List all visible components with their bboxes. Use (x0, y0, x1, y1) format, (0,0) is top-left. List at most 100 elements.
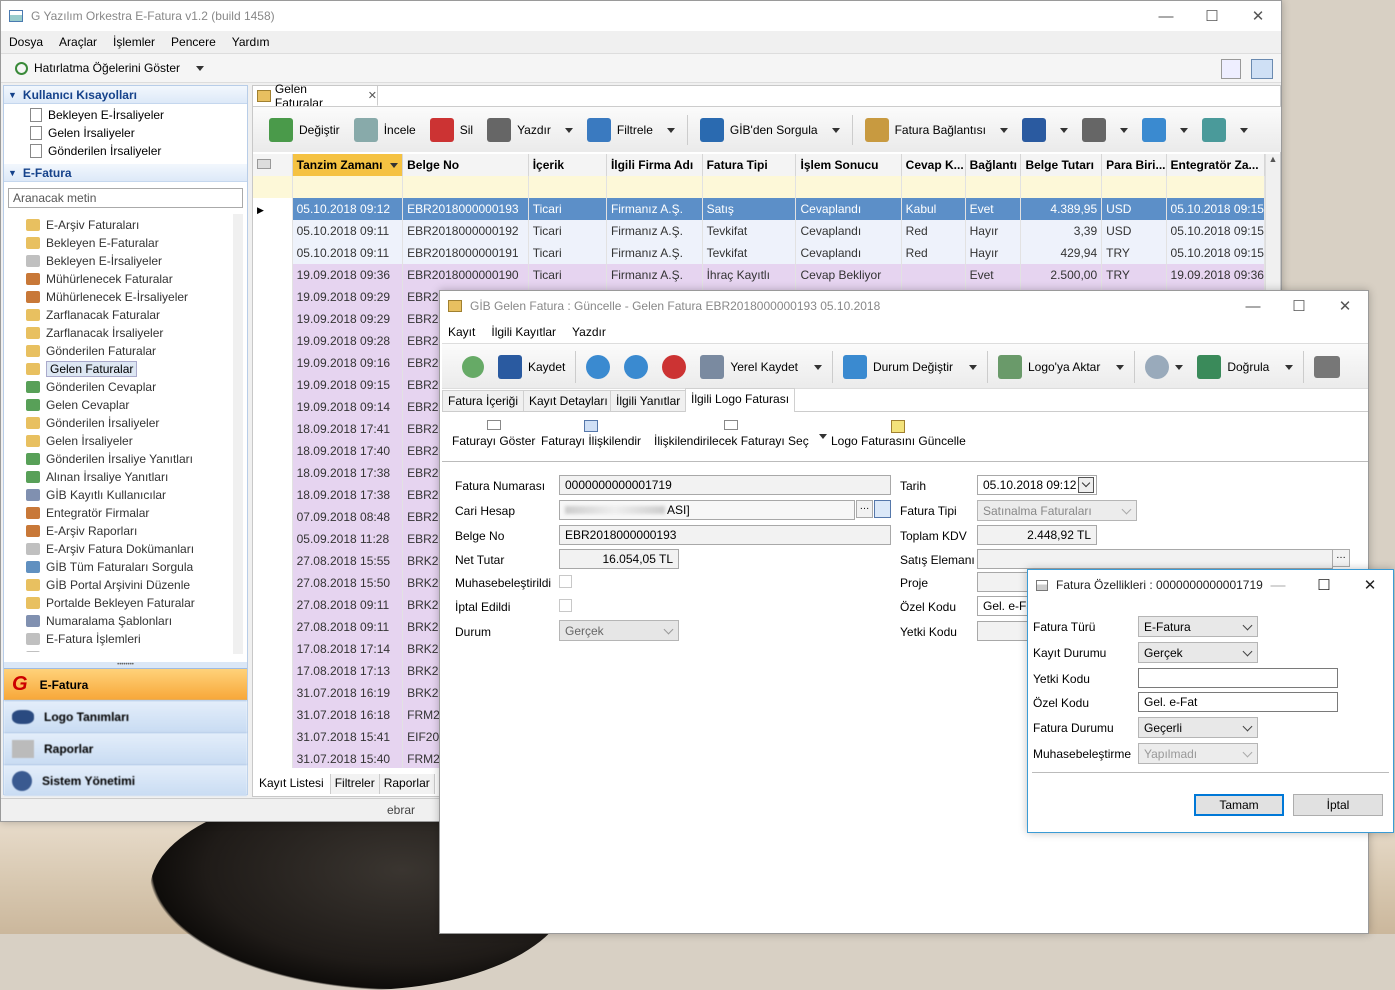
filter-row[interactable] (253, 176, 1265, 198)
tree-item[interactable]: E-Fatura Ayarları (4, 648, 247, 652)
chevron-down-icon[interactable] (1059, 127, 1068, 133)
menu-araclar[interactable]: Araçlar (51, 35, 105, 49)
print-button[interactable] (1308, 350, 1346, 384)
column-header[interactable]: İçerik (528, 154, 607, 176)
filter-cell[interactable] (702, 176, 797, 198)
efatura-header[interactable]: ▼ E-Fatura (4, 164, 247, 182)
tree-item[interactable]: GİB Kayıtlı Kullanıcılar (4, 486, 247, 504)
chevron-down-icon[interactable] (1239, 127, 1248, 133)
shortcuts-header[interactable]: ▼ Kullanıcı Kısayolları (4, 86, 247, 104)
invoice-toolbar-btn-1[interactable]: Yerel Kaydet (694, 350, 828, 384)
row-indicator[interactable] (253, 440, 293, 462)
reminder-toggle[interactable]: Hatırlatma Öğelerini Göster (15, 61, 205, 75)
row-indicator[interactable] (253, 638, 293, 660)
tree-item[interactable]: Gönderilen Cevaplar (4, 378, 247, 396)
chevron-down-icon[interactable] (1285, 364, 1294, 370)
row-indicator[interactable] (253, 330, 293, 352)
row-indicator[interactable] (253, 682, 293, 704)
row-indicator[interactable] (253, 484, 293, 506)
tree-item[interactable]: Numaralama Şablonları (4, 612, 247, 630)
shortcut-item[interactable]: Gelen İrsaliyeler (4, 124, 247, 142)
maximize-button[interactable]: ☐ (1189, 1, 1235, 31)
window-icon[interactable] (1251, 59, 1273, 79)
tree-item[interactable]: Gönderilen İrsaliye Yanıtları (4, 450, 247, 468)
row-indicator[interactable] (253, 594, 293, 616)
row-indicator[interactable] (253, 616, 293, 638)
check-button[interactable] (656, 350, 692, 384)
tree-scrollbar[interactable] (233, 214, 243, 654)
row-indicator[interactable] (253, 286, 293, 308)
faturayi-goster-button[interactable]: Faturayı Göster (452, 420, 535, 448)
tab-raporlar[interactable]: Raporlar (379, 774, 435, 794)
satis-elemani-field[interactable] (977, 549, 1333, 569)
tree-item[interactable]: Zarflanacak Faturalar (4, 306, 247, 324)
table-row[interactable]: 05.10.2018 09:11 EBR2018000000192 Ticari Fi… (253, 220, 1265, 242)
tab-gelen-faturalar[interactable]: Gelen Faturalar ✕ (253, 82, 378, 110)
nav-raporlar[interactable]: Raporlar (4, 732, 247, 764)
menu-pencere[interactable]: Pencere (163, 35, 224, 49)
chevron-down-icon[interactable] (999, 127, 1008, 133)
close-button[interactable]: ✕ (1235, 1, 1281, 31)
row-indicator[interactable] (253, 660, 293, 682)
toolbar-btn-4[interactable]: Filtrele (581, 113, 681, 147)
toolbar-extra-btn-1[interactable] (1076, 113, 1134, 147)
tree-item[interactable]: Mühürlenecek E-İrsaliyeler (4, 288, 247, 306)
tree-item[interactable]: Zarflanacak İrsaliyeler (4, 324, 247, 342)
menu-ilgili-kayitlar[interactable]: İlgili Kayıtlar (483, 325, 564, 339)
tree-item[interactable]: Gönderilen İrsaliyeler (4, 414, 247, 432)
column-header[interactable]: Bağlantı (965, 154, 1022, 176)
tree-item[interactable]: Bekleyen E-İrsaliyeler (4, 252, 247, 270)
arrow-up-button[interactable] (580, 350, 616, 384)
chevron-down-icon[interactable] (1116, 364, 1125, 370)
net-tutar-field[interactable]: 16.054,05 TL (559, 549, 679, 569)
chevron-down-icon[interactable] (813, 364, 822, 370)
chevron-down-icon[interactable] (666, 127, 675, 133)
column-header[interactable]: Para Biri... (1101, 154, 1167, 176)
tree-item[interactable]: Entegratör Firmalar (4, 504, 247, 522)
table-row[interactable]: ▶ 05.10.2018 09:12 EBR2018000000193 Ticari F… (253, 198, 1265, 220)
toolbar-btn-2[interactable]: Sil (424, 113, 479, 147)
tab-ilgili-yanitlar[interactable]: İlgili Yanıtlar (610, 390, 687, 411)
muhasebelestirildi-checkbox[interactable] (559, 575, 572, 588)
cari-card-button[interactable] (874, 500, 891, 518)
tree-item[interactable]: Gelen Faturalar (4, 360, 247, 378)
row-indicator[interactable] (253, 242, 293, 264)
filter-cell[interactable] (292, 176, 404, 198)
row-indicator[interactable] (253, 374, 293, 396)
fatura-numarasi-field[interactable]: 0000000000001719 (559, 475, 891, 495)
nav-sistem-yonetimi[interactable]: Sistem Yönetimi (4, 764, 247, 796)
row-indicator[interactable] (253, 726, 293, 748)
row-indicator[interactable] (253, 418, 293, 440)
nav-logo-tanimlari[interactable]: Logo Tanımları (4, 700, 247, 732)
row-indicator[interactable] (253, 704, 293, 726)
filter-cell[interactable] (1166, 176, 1265, 198)
prop-select[interactable]: Yapılmadı (1138, 743, 1258, 764)
tree-item[interactable]: GİB Portal Arşivini Düzenle (4, 576, 247, 594)
row-indicator[interactable] (253, 396, 293, 418)
fatura-tipi-select[interactable]: Satınalma Faturaları (977, 500, 1137, 521)
chevron-down-icon[interactable] (564, 127, 573, 133)
invoice-toolbar-btn-4[interactable]: Doğrula (1191, 350, 1299, 384)
column-header[interactable]: Belge Tutarı (1020, 154, 1103, 176)
chevron-down-icon[interactable] (1175, 364, 1184, 370)
nav-efatura[interactable]: G E-Fatura (4, 668, 247, 700)
toolbar-btn-0[interactable]: Değiştir (263, 113, 346, 147)
filter-cell[interactable] (1101, 176, 1167, 198)
chevron-down-icon[interactable] (1179, 127, 1188, 133)
calendar-dropdown-button[interactable] (1078, 477, 1094, 493)
tree-item[interactable]: Gönderilen Faturalar (4, 342, 247, 360)
chevron-down-icon[interactable] (831, 127, 840, 133)
row-indicator[interactable] (253, 550, 293, 572)
column-header[interactable]: Fatura Tipi (702, 154, 797, 176)
prop-text-field[interactable] (1138, 668, 1338, 688)
tree-item[interactable]: E-Arşiv Raporları (4, 522, 247, 540)
row-indicator[interactable] (253, 308, 293, 330)
column-header[interactable]: Tanzim Zamanı (292, 154, 404, 176)
maximize-button[interactable]: ☐ (1276, 291, 1322, 321)
minimize-button[interactable]: — (1230, 291, 1276, 321)
table-row[interactable]: 05.10.2018 09:11 EBR2018000000191 Ticari Fi… (253, 242, 1265, 264)
prop-select[interactable]: Gerçek (1138, 642, 1258, 663)
durum-select[interactable]: Gerçek (559, 620, 679, 641)
new-button[interactable] (456, 350, 490, 384)
row-indicator[interactable] (253, 572, 293, 594)
